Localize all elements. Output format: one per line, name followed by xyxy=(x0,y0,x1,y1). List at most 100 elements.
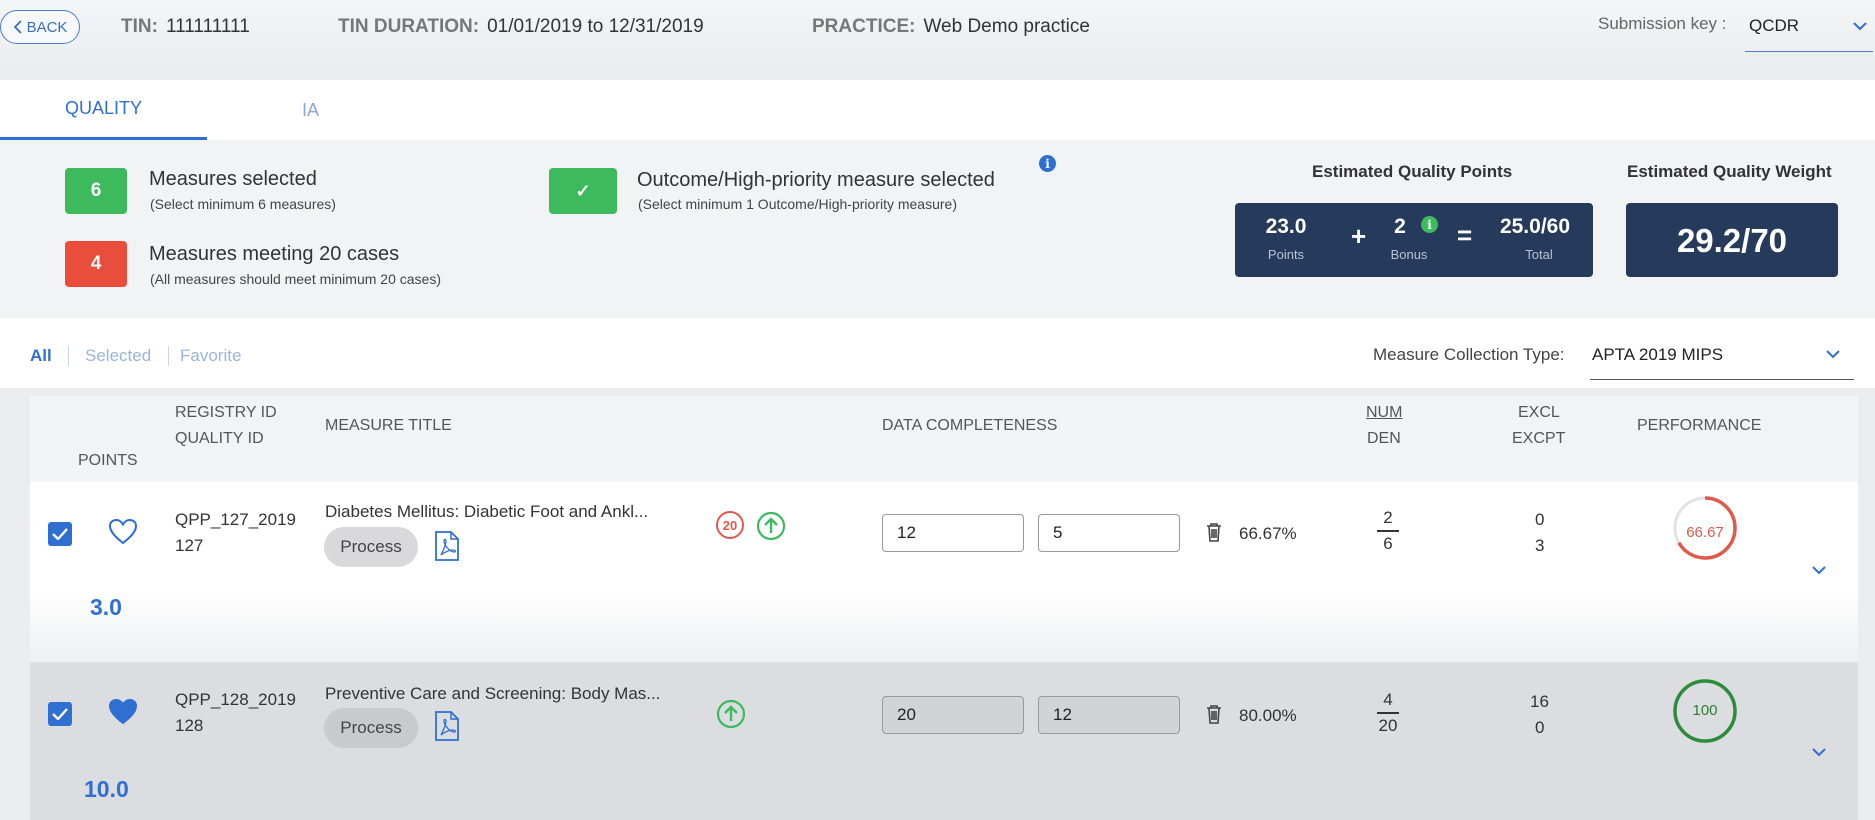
pdf-icon[interactable] xyxy=(434,711,460,741)
bonus-caption: Bonus xyxy=(1390,247,1428,262)
bonus-value: 2 xyxy=(1394,215,1406,238)
fraction-line xyxy=(1377,530,1399,532)
points-value: 23.0 xyxy=(1265,215,1307,238)
col-performance: PERFORMANCE xyxy=(1637,417,1762,434)
measures-selected-sub: (Select minimum 6 measures) xyxy=(150,196,336,212)
excpt-value: 3 xyxy=(1535,536,1545,555)
high-priority-arrow-icon xyxy=(716,699,746,729)
favorite-heart-outline-icon[interactable] xyxy=(108,518,138,546)
num-den-fraction: 4 20 xyxy=(1358,690,1418,736)
plus-sign: + xyxy=(1351,221,1367,251)
measure-type-pill: Process xyxy=(324,527,418,567)
filter-divider xyxy=(68,346,69,366)
col-den: DEN xyxy=(1367,430,1401,447)
estimated-weight-label: Estimated Quality Weight xyxy=(1627,162,1832,181)
check-icon xyxy=(52,708,68,720)
tab-ia[interactable]: IA xyxy=(207,80,414,140)
dc-denominator-input[interactable]: 12 xyxy=(1038,696,1180,734)
completeness-percent: 80.00% xyxy=(1239,706,1297,725)
excl-value: 16 xyxy=(1530,692,1549,711)
row-checkbox[interactable] xyxy=(48,522,72,546)
info-icon[interactable]: i xyxy=(1039,155,1056,172)
submission-key-value: QCDR xyxy=(1749,16,1800,35)
outcome-title: Outcome/High-priority measure selected xyxy=(637,169,995,191)
high-priority-arrow-icon xyxy=(756,511,786,541)
col-data-completeness: DATA COMPLETENESS xyxy=(882,417,1058,434)
quality-id: 127 xyxy=(175,536,204,555)
completeness-percent: 66.67% xyxy=(1239,524,1297,543)
measures-selected-badge: 6 xyxy=(65,168,127,214)
num-den-fraction: 2 6 xyxy=(1358,508,1418,554)
total-caption: Total xyxy=(1525,247,1553,262)
check-icon xyxy=(52,528,68,540)
col-registry-id: REGISTRY ID xyxy=(175,404,277,421)
filter-all[interactable]: All xyxy=(30,346,52,366)
submission-key-select[interactable]: QCDR xyxy=(1745,10,1873,52)
practice-info: PRACTICE: Web Demo practice xyxy=(812,16,1090,38)
col-measure-title: MEASURE TITLE xyxy=(325,417,452,434)
filter-divider xyxy=(168,346,169,366)
fraction-line xyxy=(1377,712,1399,714)
outcome-check-badge: ✓ xyxy=(549,168,617,214)
tin-value: 111111111 xyxy=(165,16,250,37)
dc-denominator-input[interactable]: 5 xyxy=(1038,514,1180,552)
total-value: 25.0/60 xyxy=(1499,215,1571,238)
tab-quality-label: QUALITY xyxy=(64,98,143,118)
weight-value: 29.2/70 xyxy=(1676,222,1788,259)
outcome-sub: (Select minimum 1 Outcome/High-priority … xyxy=(638,196,957,212)
filter-selected[interactable]: Selected xyxy=(85,346,151,366)
pdf-icon[interactable] xyxy=(434,531,460,561)
chevron-down-icon xyxy=(1826,350,1840,359)
quality-summary-panel: 6 Measures selected (Select minimum 6 me… xyxy=(0,140,1875,318)
col-num: NUM xyxy=(1366,404,1403,421)
estimated-points-box: 23.0 Points + 2 i Bonus = 25.0/60 Total xyxy=(1235,203,1593,277)
check-icon: ✓ xyxy=(575,180,591,201)
table-header: POINTS REGISTRY ID QUALITY ID MEASURE TI… xyxy=(30,396,1858,482)
excl-value: 0 xyxy=(1535,510,1545,529)
collection-type-value: APTA 2019 MIPS xyxy=(1592,345,1724,364)
estimated-weight-box: 29.2/70 xyxy=(1626,203,1838,277)
chevron-down-icon[interactable] xyxy=(1812,748,1826,757)
back-button[interactable]: BACK xyxy=(0,10,80,44)
tin-duration-info: TIN DURATION: 01/01/2019 to 12/31/2019 xyxy=(338,16,704,38)
bonus-info-icon[interactable]: i xyxy=(1421,216,1438,233)
measures-selected-title: Measures selected xyxy=(149,168,317,190)
col-excpt: EXCPT xyxy=(1512,430,1566,447)
dc-numerator-input[interactable]: 12 xyxy=(882,514,1024,552)
trash-icon[interactable] xyxy=(1206,704,1222,724)
measures-meeting-badge: 4 xyxy=(65,241,127,287)
row-points: 3.0 xyxy=(90,594,122,620)
measures-meeting-sub: (All measures should meet minimum 20 cas… xyxy=(150,271,441,287)
measure-title[interactable]: Diabetes Mellitus: Diabetic Foot and Ank… xyxy=(325,502,648,522)
num-value: 4 xyxy=(1383,690,1393,709)
registry-id: QPP_128_2019 xyxy=(175,690,296,709)
measures-meeting-title: Measures meeting 20 cases xyxy=(149,243,400,265)
tab-ia-label: IA xyxy=(301,99,319,120)
tin-info: TIN: 111111111 xyxy=(121,16,250,38)
registry-id: QPP_127_2019 xyxy=(175,510,296,529)
min-cases-badge: 20 xyxy=(716,511,744,539)
tab-quality[interactable]: QUALITY xyxy=(0,80,207,140)
dc-numerator-input[interactable]: 20 xyxy=(882,696,1024,734)
measure-title[interactable]: Preventive Care and Screening: Body Mas.… xyxy=(325,684,660,704)
table-row: 10.0 QPP_128_2019 128 Preventive Care an… xyxy=(30,662,1858,820)
trash-icon[interactable] xyxy=(1206,522,1222,542)
favorite-heart-filled-icon[interactable] xyxy=(108,698,138,726)
estimated-points-label: Estimated Quality Points xyxy=(1312,162,1513,181)
submission-key-label: Submission key : xyxy=(1598,14,1727,33)
equals-sign: = xyxy=(1457,220,1473,250)
chevron-down-icon[interactable] xyxy=(1812,566,1826,575)
duration-value: 01/01/2019 to 12/31/2019 xyxy=(487,16,704,37)
filter-favorite[interactable]: Favorite xyxy=(180,346,241,366)
chevron-down-icon xyxy=(1853,22,1867,31)
row-checkbox[interactable] xyxy=(48,702,72,726)
excpt-value: 0 xyxy=(1535,718,1545,737)
tin-label: TIN: xyxy=(121,16,158,37)
table-row: 3.0 QPP_127_2019 127 Diabetes Mellitus: … xyxy=(30,482,1858,662)
practice-label: PRACTICE: xyxy=(812,16,916,37)
tab-bar: QUALITY IA xyxy=(0,80,1875,140)
collection-type-select[interactable]: APTA 2019 MIPS xyxy=(1590,336,1854,380)
col-excl: EXCL xyxy=(1518,404,1560,421)
row-points: 10.0 xyxy=(84,776,129,802)
performance-value: 100 xyxy=(1692,702,1718,719)
